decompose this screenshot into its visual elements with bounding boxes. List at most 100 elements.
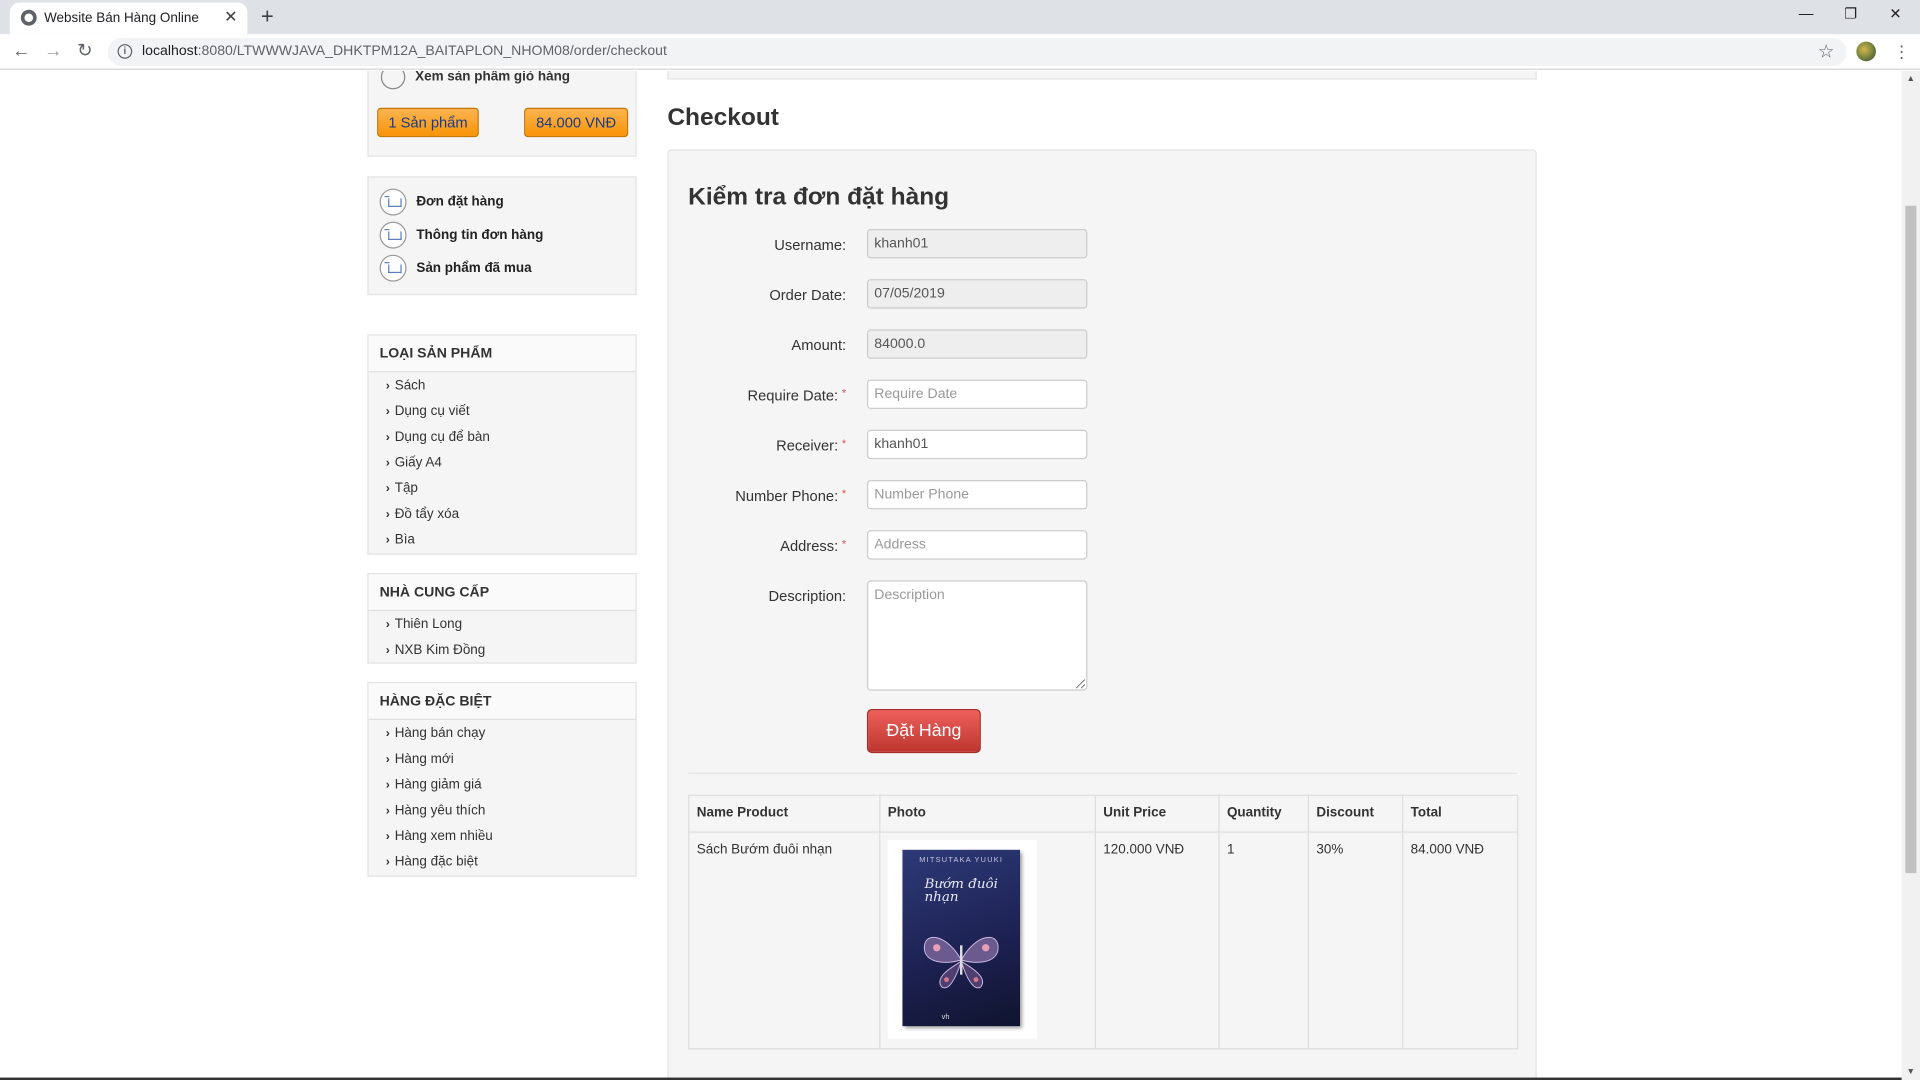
category-item[interactable]: › Đồ tẩy xóa	[386, 507, 459, 522]
table-row: Sách Bướm đuôi nhạn MITSUTAKA YUUKI Bướm…	[688, 831, 1519, 1050]
cart-count-button[interactable]: 1 Sản phẩm	[377, 107, 479, 138]
tab-title: Website Bán Hàng Online	[44, 11, 199, 26]
profile-avatar[interactable]	[1856, 41, 1876, 62]
phone-field[interactable]	[866, 480, 1088, 510]
new-tab-button[interactable]: +	[261, 5, 274, 27]
view-cart-link[interactable]: Xem sản phẩm giỏ hàng	[380, 71, 570, 90]
column-header: Unit Price	[1094, 794, 1220, 833]
username-field[interactable]	[866, 228, 1088, 259]
column-header: Photo	[879, 794, 1096, 833]
product-photo: MITSUTAKA YUUKI Bướm đuôi nhạn vh	[887, 840, 1038, 1039]
require-date-label: Require Date: *	[747, 386, 847, 405]
book-cover: MITSUTAKA YUUKI Bướm đuôi nhạn vh	[902, 849, 1021, 1027]
special-item[interactable]: › Hàng yêu thích	[386, 803, 486, 818]
address-field[interactable]	[866, 530, 1088, 560]
order-items-table: Name Product Photo Unit Price Quantity D…	[688, 794, 1519, 1050]
browser-toolbar: ← → ↻ i localhost:8080/LTWWWJAVA_DHKTPM1…	[0, 34, 1920, 70]
chevron-right-icon: ›	[385, 753, 390, 767]
receiver-field[interactable]	[866, 429, 1088, 460]
category-item[interactable]: › Sách	[386, 378, 426, 393]
menu-item-purchased[interactable]: Sản phẩm đã mua	[379, 254, 532, 282]
chevron-right-icon: ›	[385, 508, 390, 522]
special-header: HÀNG ĐẶC BIỆT	[368, 683, 636, 721]
special-item[interactable]: › Hàng xem nhiều	[386, 829, 493, 844]
chevron-right-icon: ›	[385, 456, 390, 471]
description-field[interactable]	[866, 580, 1088, 691]
close-tab-icon[interactable]: ✕	[224, 8, 237, 26]
category-item[interactable]: › Bìa	[386, 533, 415, 548]
scroll-down-icon[interactable]: ▼	[1907, 1068, 1915, 1077]
divider	[688, 772, 1518, 774]
column-header: Quantity	[1218, 794, 1309, 833]
description-label: Description:	[768, 587, 847, 605]
category-item[interactable]: › Dụng cụ để bàn	[386, 430, 490, 445]
minimize-icon[interactable]: —	[1799, 5, 1814, 22]
window-close-icon[interactable]: ✕	[1889, 5, 1901, 22]
supplier-panel: NHÀ CUNG CẤP › Thiên Long › NXB Kim Đồng	[367, 573, 637, 664]
special-item[interactable]: › Hàng giảm giá	[386, 778, 482, 793]
order-date-label: Order Date:	[769, 286, 847, 304]
scroll-up-icon[interactable]: ▲	[1907, 75, 1915, 84]
info-icon[interactable]: i	[117, 44, 133, 59]
book-publisher: vh	[941, 1013, 950, 1022]
bookmark-star-icon[interactable]: ☆	[1818, 40, 1834, 63]
chevron-right-icon: ›	[385, 727, 390, 741]
category-panel: LOẠI SẢN PHẨM › Sách › Dụng cụ viết › Dụng …	[367, 334, 637, 555]
unit-price-cell: 120.000 VNĐ	[1094, 831, 1220, 1050]
url-text: localhost:8080/LTWWWJAVA_DHKTPM12A_BAITA…	[142, 44, 667, 59]
special-item[interactable]: › Hàng bán chạy	[386, 726, 486, 741]
order-date-field[interactable]	[866, 279, 1088, 309]
scrollbar-thumb[interactable]	[1905, 205, 1917, 874]
category-item[interactable]: › Giấy A4	[386, 456, 442, 471]
special-panel: HÀNG ĐẶC BIỆT › Hàng bán chạy › Hàng mới ›…	[367, 682, 637, 877]
book-author: MITSUTAKA YUUKI	[919, 857, 1004, 865]
cart-icon	[379, 188, 407, 216]
page-viewport: Xem sản phẩm giỏ hàng 1 Sản phẩm 84.000 …	[0, 71, 1920, 1080]
address-bar[interactable]: i localhost:8080/LTWWWJAVA_DHKTPM12A_BAI…	[107, 37, 1847, 67]
column-header: Discount	[1307, 794, 1404, 833]
menu-item-order-info[interactable]: Thông tin đơn hàng	[379, 221, 543, 249]
forward-arrow-icon[interactable]: →	[44, 40, 62, 62]
chevron-right-icon: ›	[385, 533, 390, 548]
category-item[interactable]: › Tập	[386, 481, 418, 496]
cart-summary-panel: Xem sản phẩm giỏ hàng 1 Sản phẩm 84.000 …	[367, 71, 637, 157]
username-label: Username:	[774, 236, 847, 254]
amount-field[interactable]	[866, 329, 1088, 359]
total-cell: 84.000 VNĐ	[1402, 831, 1519, 1050]
cart-icon	[379, 221, 407, 249]
require-date-field[interactable]	[866, 379, 1088, 409]
chevron-right-icon: ›	[385, 855, 390, 870]
supplier-header: NHÀ CUNG CẤP	[368, 574, 636, 612]
checkout-panel: Kiểm tra đơn đặt hàng Username: Order Da…	[667, 149, 1537, 1080]
product-photo-cell: MITSUTAKA YUUKI Bướm đuôi nhạn vh	[879, 831, 1096, 1050]
special-item[interactable]: › Hàng đặc biệt	[386, 855, 478, 870]
special-item[interactable]: › Hàng mới	[386, 752, 454, 767]
cart-total-button[interactable]: 84.000 VNĐ	[524, 107, 629, 138]
restore-icon[interactable]: ❐	[1844, 5, 1857, 22]
chevron-right-icon: ›	[385, 405, 390, 419]
menu-item-orders[interactable]: Đơn đặt hàng	[379, 188, 504, 216]
supplier-item[interactable]: › Thiên Long	[386, 617, 462, 632]
chevron-right-icon: ›	[385, 379, 390, 394]
more-menu-icon[interactable]: ⋮	[1893, 42, 1910, 62]
vertical-scrollbar[interactable]: ▲ ▼	[1901, 71, 1920, 1080]
browser-tab[interactable]: Website Bán Hàng Online ✕	[9, 2, 248, 35]
back-arrow-icon[interactable]: ←	[12, 40, 30, 62]
discount-cell: 30%	[1307, 831, 1404, 1050]
product-name-cell: Sách Bướm đuôi nhạn	[688, 831, 881, 1050]
category-item[interactable]: › Dụng cụ viết	[386, 404, 470, 419]
cart-icon	[379, 254, 407, 282]
globe-icon	[20, 9, 37, 26]
place-order-button[interactable]: Đặt Hàng	[866, 708, 981, 754]
category-header: LOẠI SẢN PHẨM	[368, 335, 636, 373]
chevron-right-icon: ›	[385, 644, 390, 658]
amount-label: Amount:	[791, 336, 847, 354]
chevron-right-icon: ›	[385, 618, 390, 632]
supplier-item[interactable]: › NXB Kim Đồng	[386, 643, 486, 658]
form-title: Kiểm tra đơn đặt hàng	[688, 183, 950, 211]
address-label: Address: *	[780, 537, 847, 555]
chevron-right-icon: ›	[385, 482, 390, 496]
reload-icon[interactable]: ↻	[77, 40, 92, 62]
column-header: Total	[1402, 794, 1519, 833]
top-panel-edge	[667, 71, 1537, 80]
